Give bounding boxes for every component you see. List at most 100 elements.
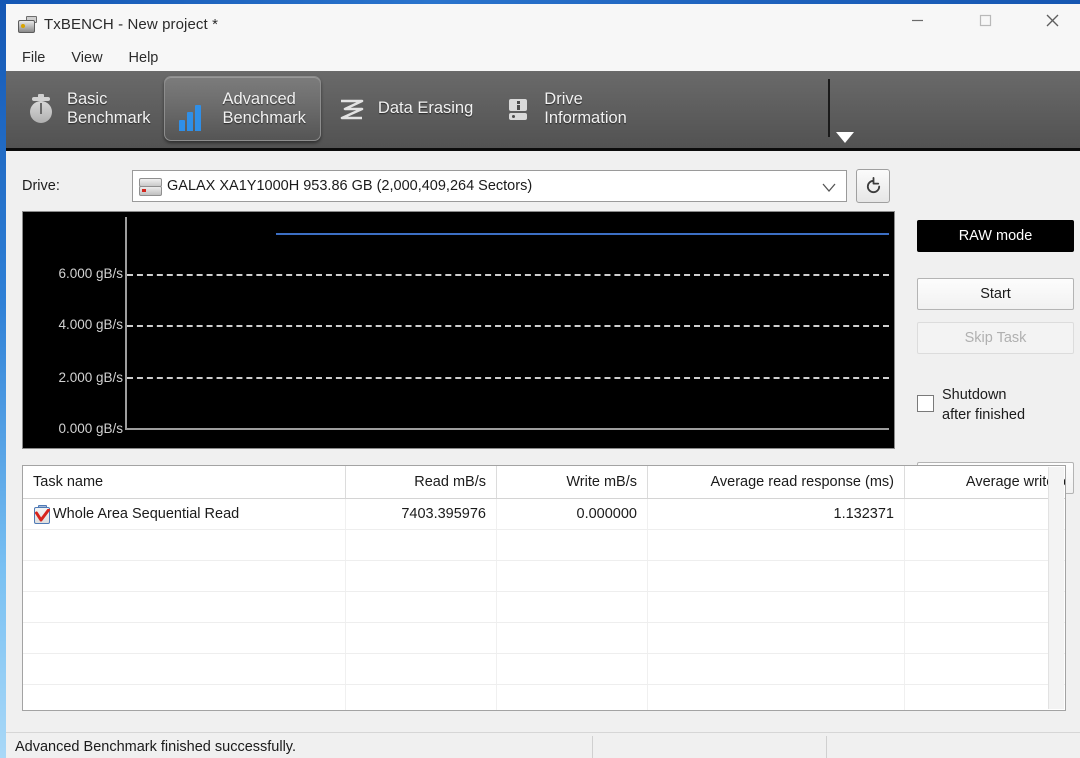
window-title: TxBENCH - New project * [44, 15, 219, 33]
cell-empty [904, 529, 1065, 561]
cell-empty [23, 529, 346, 561]
shutdown-after-finished-checkbox[interactable]: Shutdown after finished [917, 385, 1072, 425]
skip-task-button[interactable]: Skip Task [917, 322, 1074, 354]
cell-empty [904, 622, 1065, 654]
menu-item-file[interactable]: File [19, 48, 48, 68]
cell-avg-read: 1.132371 [647, 498, 905, 530]
table-body: Whole Area Sequential Read 7403.395976 0… [23, 498, 1065, 710]
title-bar: TxBENCH - New project * [6, 4, 1080, 44]
cell-avg-write: 0.000000 [904, 498, 1065, 530]
status-message: Advanced Benchmark finished successfully… [15, 739, 297, 755]
menu-bar: File View Help [6, 44, 1080, 71]
table-row-empty[interactable] [23, 684, 1065, 710]
y-tick-6: 6.000 gB/s [58, 265, 123, 281]
tab-advanced-benchmark[interactable]: Advanced Benchmark [164, 76, 321, 141]
tab-drive-information-label: Drive Information [544, 89, 627, 127]
cell-empty [496, 684, 648, 710]
stopwatch-icon [24, 91, 58, 127]
cell-empty [904, 560, 1065, 592]
drive-label: Drive: [22, 178, 60, 194]
table-row[interactable]: Whole Area Sequential Read 7403.395976 0… [23, 498, 1065, 530]
close-button[interactable] [1029, 4, 1075, 36]
results-table: Task name Read mB/s Write mB/s Average r… [22, 465, 1066, 711]
app-icon [18, 15, 37, 33]
cell-empty [647, 560, 905, 592]
column-header-task-name[interactable]: Task name [23, 466, 346, 499]
column-header-write[interactable]: Write mB/s [496, 466, 648, 499]
status-separator-2 [826, 736, 827, 758]
column-header-avg-read[interactable]: Average read response (ms) [647, 466, 905, 499]
table-row-empty[interactable] [23, 560, 1065, 592]
drive-select[interactable]: GALAX XA1Y1000H 953.86 GB (2,000,409,264… [132, 170, 847, 202]
menu-item-view[interactable]: View [68, 48, 105, 68]
drive-select-value: GALAX XA1Y1000H 953.86 GB (2,000,409,264… [167, 178, 533, 194]
menu-item-help[interactable]: Help [126, 48, 162, 68]
column-header-read[interactable]: Read mB/s [345, 466, 497, 499]
chevron-down-icon[interactable] [836, 132, 854, 143]
tab-bar: Basic Benchmark Advanced Benchmark Data … [6, 71, 1080, 151]
tab-drive-information[interactable]: Drive Information [487, 76, 641, 141]
start-button[interactable]: Start [917, 278, 1074, 310]
maximize-button[interactable] [962, 4, 1008, 36]
cell-empty [647, 591, 905, 623]
application-window: TxBENCH - New project * File View Help B… [6, 4, 1080, 758]
read-speed-trace [275, 232, 889, 235]
main-content: Drive: GALAX XA1Y1000H 953.86 GB (2,000,… [6, 151, 1080, 758]
table-row-empty[interactable] [23, 653, 1065, 685]
gridline-2 [127, 377, 889, 380]
shutdown-after-finished-label: Shutdown after finished [942, 387, 1026, 423]
cell-empty [23, 591, 346, 623]
cell-empty [345, 591, 497, 623]
drive-info-icon [501, 91, 535, 127]
tab-basic-benchmark-label: Basic Benchmark [67, 89, 151, 127]
cell-empty [496, 529, 648, 561]
cell-empty [647, 653, 905, 685]
cell-empty [496, 653, 648, 685]
y-tick-4: 4.000 gB/s [58, 316, 123, 332]
drive-selector-row: Drive: GALAX XA1Y1000H 953.86 GB (2,000,… [6, 169, 1080, 203]
tab-advanced-benchmark-label: Advanced Benchmark [222, 89, 306, 127]
minimize-button[interactable] [894, 4, 940, 36]
tab-basic-benchmark[interactable]: Basic Benchmark [10, 76, 164, 141]
cell-task-name: Whole Area Sequential Read [23, 498, 346, 530]
cell-empty [496, 560, 648, 592]
control-panel: RAW mode Start Skip Task Shutdown after … [917, 211, 1074, 494]
checkbox-box[interactable] [917, 395, 934, 412]
status-separator-1 [592, 736, 593, 758]
cell-empty [904, 591, 1065, 623]
cell-empty [647, 529, 905, 561]
cell-empty [23, 653, 346, 685]
graph-plot-area [125, 217, 889, 430]
refresh-icon [866, 176, 880, 193]
table-row-empty[interactable] [23, 622, 1065, 654]
cell-read: 7403.395976 [345, 498, 497, 530]
cell-empty [647, 684, 905, 710]
cell-empty [23, 560, 346, 592]
table-scrollbar[interactable] [1048, 467, 1064, 709]
table-header-row: Task name Read mB/s Write mB/s Average r… [23, 466, 1065, 499]
cell-empty [345, 529, 497, 561]
y-tick-0: 0.000 gB/s [58, 421, 123, 436]
cell-empty [904, 684, 1065, 710]
cell-empty [904, 653, 1065, 685]
raw-mode-button[interactable]: RAW mode [917, 220, 1074, 252]
cell-empty [345, 622, 497, 654]
cell-empty [345, 653, 497, 685]
table-row-empty[interactable] [23, 591, 1065, 623]
tab-data-erasing-label: Data Erasing [377, 99, 474, 117]
cell-empty [23, 684, 346, 710]
cell-empty [647, 622, 905, 654]
cell-empty [496, 622, 648, 654]
cell-empty [345, 560, 497, 592]
bar-chart-icon [179, 87, 213, 131]
status-bar: Advanced Benchmark finished successfully… [6, 732, 1080, 758]
tab-separator [828, 79, 830, 137]
graph-y-axis-labels: 6.000 gB/s 4.000 gB/s 2.000 gB/s 0.000 g… [23, 217, 123, 437]
cell-empty [345, 684, 497, 710]
chevron-down-icon [822, 180, 836, 198]
tab-data-erasing[interactable]: Data Erasing [321, 76, 487, 141]
table-row-empty[interactable] [23, 529, 1065, 561]
refresh-drive-button[interactable] [856, 169, 890, 203]
column-header-avg-write[interactable]: Average write response (ms) [904, 466, 1065, 499]
cell-task-name-text: Whole Area Sequential Read [53, 506, 240, 522]
